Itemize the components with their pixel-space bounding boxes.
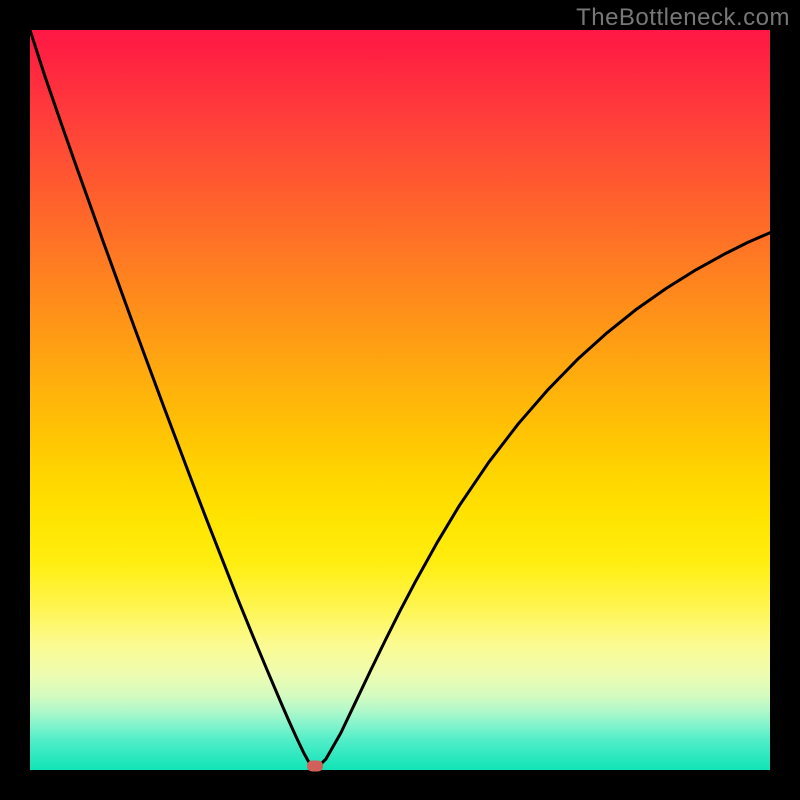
curve-layer [30, 30, 770, 770]
watermark-text: TheBottleneck.com [576, 4, 790, 32]
chart-frame: TheBottleneck.com [0, 0, 800, 800]
optimal-point-marker [307, 761, 323, 772]
plot-area [30, 30, 770, 770]
bottleneck-curve [30, 30, 770, 766]
